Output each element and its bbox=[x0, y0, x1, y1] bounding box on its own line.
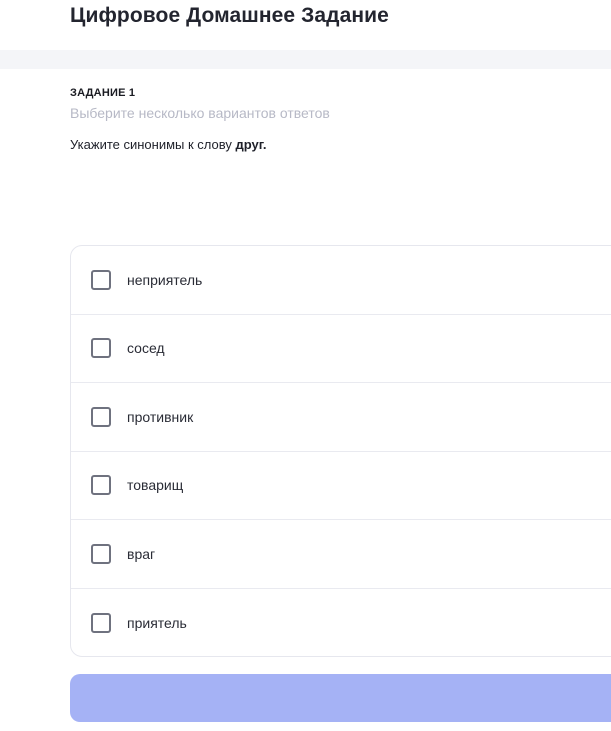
task-content: ЗАДАНИЕ 1 Выберите несколько вариантов о… bbox=[0, 87, 611, 152]
header: Цифровое Домашнее Задание bbox=[0, 0, 611, 50]
option-item[interactable]: приятель bbox=[71, 589, 611, 657]
option-item[interactable]: враг bbox=[71, 520, 611, 589]
checkbox[interactable] bbox=[91, 269, 111, 290]
task-question-text: Укажите синонимы к слову bbox=[70, 137, 236, 152]
checkbox[interactable] bbox=[91, 543, 111, 564]
option-label: товарищ bbox=[127, 477, 184, 494]
option-label: сосед bbox=[127, 340, 165, 357]
checkbox[interactable] bbox=[91, 475, 111, 496]
options-list: неприятель сосед противник товарищ враг … bbox=[70, 245, 611, 657]
page-title: Цифровое Домашнее Задание bbox=[70, 4, 389, 27]
option-item[interactable]: сосед bbox=[71, 315, 611, 383]
page: Цифровое Домашнее Задание ЗАДАНИЕ 1 Выбе… bbox=[0, 0, 611, 731]
task-hint: Выберите несколько вариантов ответов bbox=[70, 105, 330, 121]
submit-button[interactable] bbox=[70, 674, 611, 722]
checkbox[interactable] bbox=[91, 406, 111, 427]
checkbox[interactable] bbox=[91, 612, 111, 633]
header-divider-band bbox=[0, 50, 611, 69]
task-question: Укажите синонимы к слову друг. bbox=[70, 137, 611, 152]
option-label: противник bbox=[127, 408, 194, 425]
option-label: неприятель bbox=[127, 271, 203, 288]
task-question-word: друг. bbox=[235, 137, 267, 152]
option-label: враг bbox=[127, 545, 156, 562]
task-number-label: ЗАДАНИЕ 1 bbox=[70, 87, 136, 99]
checkbox[interactable] bbox=[91, 338, 111, 359]
option-label: приятель bbox=[127, 614, 187, 631]
option-item[interactable]: неприятель bbox=[71, 246, 611, 315]
option-item[interactable]: товарищ bbox=[71, 452, 611, 520]
option-item[interactable]: противник bbox=[71, 383, 611, 452]
